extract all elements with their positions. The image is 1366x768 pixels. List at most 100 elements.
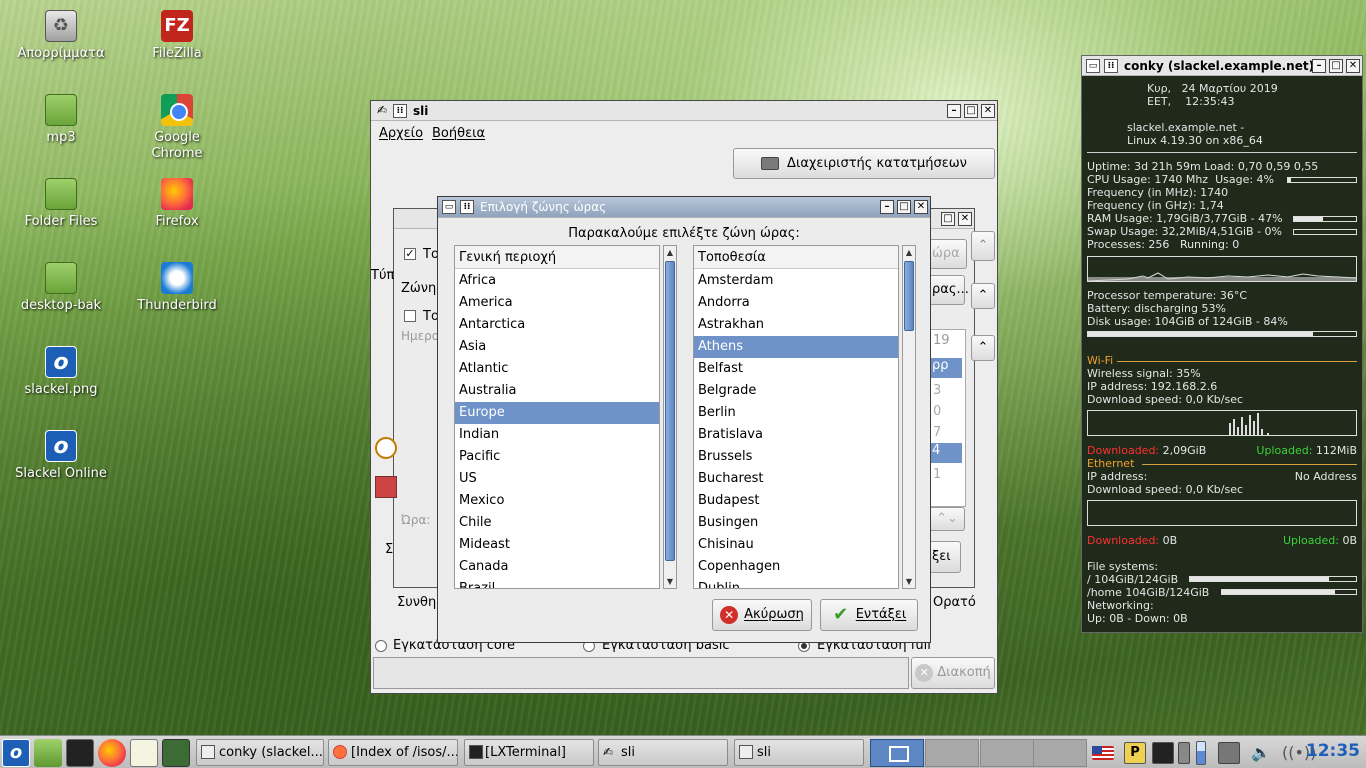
- combo-spin-1[interactable]: ⌃: [971, 283, 995, 309]
- region-row[interactable]: Africa: [455, 270, 659, 292]
- ok-button[interactable]: ✔ Εντάξει: [820, 599, 918, 631]
- location-row[interactable]: Copenhagen: [694, 556, 898, 578]
- combo-spin-2[interactable]: ⌃: [971, 335, 995, 361]
- task-lxterminal[interactable]: [LXTerminal]: [464, 739, 594, 766]
- desktop-icon-desktop-bak[interactable]: desktop-bak: [6, 262, 116, 314]
- desktop-icon-folder-files[interactable]: Folder Files: [6, 178, 116, 230]
- location-row[interactable]: Budapest: [694, 490, 898, 512]
- home-folder-icon[interactable]: [34, 739, 62, 767]
- network-disconnected-icon[interactable]: [1218, 742, 1240, 764]
- scroll-up-arrow[interactable]: ▲: [664, 246, 676, 259]
- region-row[interactable]: Asia: [455, 336, 659, 358]
- calendar-day[interactable]: 7: [933, 425, 941, 440]
- desktop-icon-slackel-png[interactable]: o slackel.png: [6, 346, 116, 398]
- system-monitor-icon[interactable]: [162, 739, 190, 767]
- clock[interactable]: 12:35: [1306, 741, 1360, 761]
- calendar-selected-month[interactable]: ρρ: [930, 358, 962, 378]
- region-row[interactable]: Antarctica: [455, 314, 659, 336]
- wifi-icon[interactable]: ((•)): [1282, 742, 1316, 764]
- location-row[interactable]: Brussels: [694, 446, 898, 468]
- desktop-icon-trash[interactable]: ♻ Απορρίμματα: [6, 10, 116, 62]
- abort-button[interactable]: ✕ Διακοπή: [911, 657, 995, 689]
- install-core-radio[interactable]: [375, 640, 387, 652]
- menu-file[interactable]: Αρχείο: [379, 126, 423, 141]
- region-list-header[interactable]: Γενική περιοχή: [455, 246, 659, 269]
- desktop-icon-slackel-online[interactable]: o Slackel Online: [6, 430, 116, 482]
- scroll-thumb[interactable]: [904, 261, 914, 331]
- region-row[interactable]: Chile: [455, 512, 659, 534]
- volume-icon[interactable]: 🔈: [1250, 742, 1272, 764]
- window-menu-icon[interactable]: ⁝⁝: [393, 104, 407, 118]
- minimize-button[interactable]: –: [947, 104, 961, 118]
- menu-help[interactable]: Βοήθεια: [432, 126, 485, 141]
- minimize-button[interactable]: –: [880, 200, 894, 214]
- region-row[interactable]: Mexico: [455, 490, 659, 512]
- location-row[interactable]: Athens: [694, 336, 898, 358]
- desktop-icon-filezilla[interactable]: FZ FileZilla: [122, 10, 232, 62]
- calendar-day[interactable]: 0: [933, 404, 941, 419]
- location-row[interactable]: Chisinau: [694, 534, 898, 556]
- time-spin[interactable]: ⌃⌄: [929, 507, 965, 531]
- region-row[interactable]: Europe: [455, 402, 659, 424]
- cancel-button[interactable]: ✕ Ακύρωση: [712, 599, 812, 631]
- task-sli-dialog[interactable]: sli: [734, 739, 864, 766]
- region-row[interactable]: Mideast: [455, 534, 659, 556]
- region-row[interactable]: Australia: [455, 380, 659, 402]
- window-menu-icon[interactable]: ⁝⁝: [1104, 59, 1118, 73]
- battery-icon[interactable]: [1196, 741, 1206, 765]
- text-editor-icon[interactable]: [130, 739, 158, 767]
- close-button[interactable]: ✕: [1346, 59, 1360, 73]
- terminal-icon[interactable]: [66, 739, 94, 767]
- region-row[interactable]: Brazil: [455, 578, 659, 588]
- task-sli[interactable]: ✍ sli: [598, 739, 728, 766]
- desktop-pager-3[interactable]: [980, 739, 1034, 767]
- bg-ok-button[interactable]: ξει: [929, 541, 961, 573]
- usb-icon[interactable]: [1178, 742, 1190, 764]
- partition-manager-button[interactable]: Διαχειριστής κατατμήσεων: [733, 148, 995, 179]
- scroll-thumb[interactable]: [665, 261, 675, 561]
- scroll-up-arrow[interactable]: ▲: [903, 246, 915, 259]
- desktop-icon-thunderbird[interactable]: Thunderbird: [122, 262, 232, 314]
- location-row[interactable]: Amsterdam: [694, 270, 898, 292]
- location-list-header[interactable]: Τοποθεσία: [694, 246, 898, 269]
- close-button[interactable]: ✕: [981, 104, 995, 118]
- region-row[interactable]: Pacific: [455, 446, 659, 468]
- monitor-icon[interactable]: [1152, 742, 1174, 764]
- location-row[interactable]: Belfast: [694, 358, 898, 380]
- location-row[interactable]: Andorra: [694, 292, 898, 314]
- spin-button[interactable]: ⌃: [971, 231, 995, 261]
- region-scrollbar[interactable]: ▲ ▼: [663, 245, 677, 589]
- calendar-day[interactable]: 1: [933, 467, 941, 482]
- maximize-button[interactable]: □: [1329, 59, 1343, 73]
- location-row[interactable]: Bucharest: [694, 468, 898, 490]
- location-row[interactable]: Dublin: [694, 578, 898, 588]
- task-conky[interactable]: conky (slackel....: [196, 739, 324, 766]
- close-button[interactable]: ✕: [914, 200, 928, 214]
- window-menu-icon[interactable]: ⁝⁝: [460, 200, 474, 214]
- region-row[interactable]: Indian: [455, 424, 659, 446]
- location-list[interactable]: Τοποθεσία Amsterdam Andorra Astrakhan Athen…: [693, 245, 899, 589]
- firefox-icon[interactable]: [98, 739, 126, 767]
- scroll-down-arrow[interactable]: ▼: [903, 575, 915, 588]
- now-button[interactable]: ώρα: [929, 239, 967, 269]
- checkbox-unchecked[interactable]: [404, 310, 416, 322]
- location-row[interactable]: Belgrade: [694, 380, 898, 402]
- timezone-dialog-titlebar[interactable]: ▭ ⁝⁝ Επιλογή ζώνης ώρας – □ ✕: [438, 197, 930, 218]
- region-row[interactable]: America: [455, 292, 659, 314]
- checkbox-checked[interactable]: ✓: [404, 248, 416, 260]
- region-row[interactable]: US: [455, 468, 659, 490]
- minimize-button[interactable]: –: [1312, 59, 1326, 73]
- close-button[interactable]: ✕: [958, 212, 972, 226]
- desktop-pager-1[interactable]: [870, 739, 924, 767]
- sli-titlebar[interactable]: ✍ ⁝⁝ sli – □ ✕: [371, 101, 997, 121]
- location-scrollbar[interactable]: ▲ ▼: [902, 245, 916, 589]
- location-row[interactable]: Busingen: [694, 512, 898, 534]
- region-list[interactable]: Γενική περιοχή Africa America Antarctica As…: [454, 245, 660, 589]
- location-row[interactable]: Bratislava: [694, 424, 898, 446]
- us-flag-icon[interactable]: [1092, 746, 1114, 760]
- desktop-pager-4[interactable]: [1033, 739, 1087, 767]
- desktop-icon-chrome[interactable]: Google Chrome: [122, 94, 232, 162]
- scroll-down-arrow[interactable]: ▼: [664, 575, 676, 588]
- region-row[interactable]: Atlantic: [455, 358, 659, 380]
- calendar-selected-day[interactable]: 4: [930, 443, 962, 463]
